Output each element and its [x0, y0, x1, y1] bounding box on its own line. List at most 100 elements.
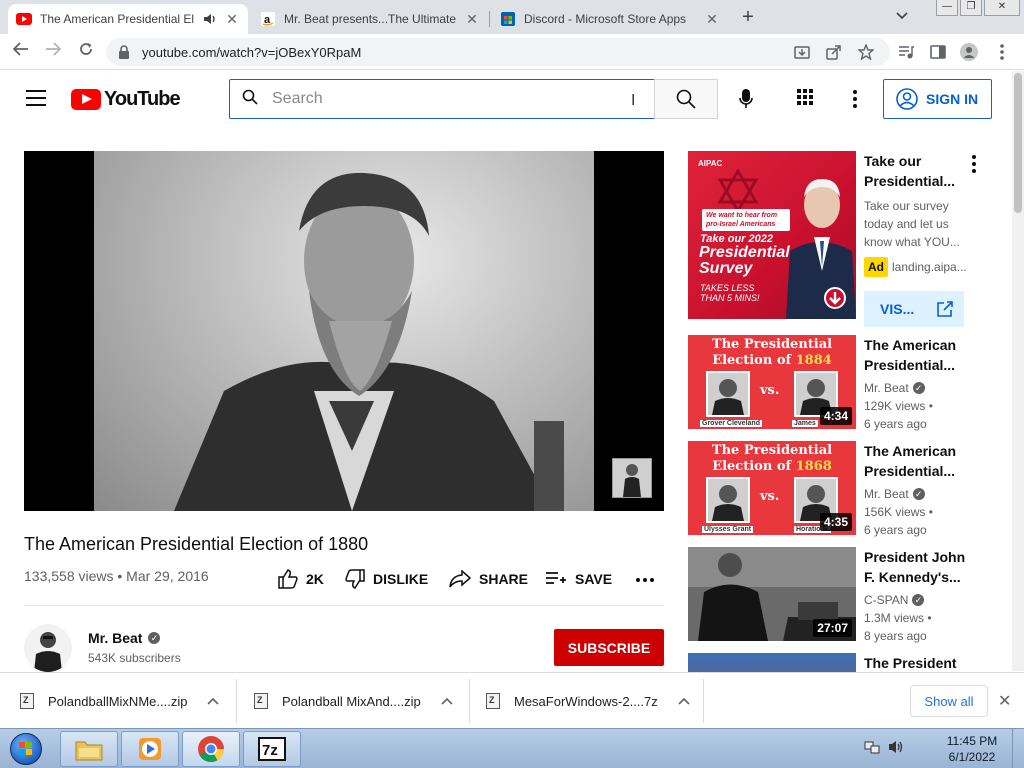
search-box[interactable]: I [229, 79, 655, 119]
close-window-button[interactable]: ✕ [984, 0, 1020, 16]
taskbar-chrome[interactable] [182, 731, 240, 767]
ad-more-icon[interactable] [972, 155, 976, 173]
related-video-age: 6 years ago [864, 417, 927, 431]
related-video-age: 6 years ago [864, 523, 927, 537]
back-arrow-icon[interactable] [10, 41, 32, 63]
browser-menu-icon[interactable] [993, 43, 1011, 61]
download-item[interactable]: Polandball MixAnd....zip [254, 673, 453, 729]
hamburger-menu-icon[interactable] [26, 90, 46, 106]
thumb-header: The Presidential Election of 1868 [711, 443, 833, 474]
like-button[interactable]: 2K [278, 568, 324, 590]
subscriber-count: 543K subscribers [88, 651, 181, 665]
sign-in-button[interactable]: SIGN IN [883, 79, 992, 119]
chevron-up-icon[interactable] [207, 694, 220, 708]
youtube-play-logo-icon [71, 89, 101, 110]
chevron-up-icon[interactable] [678, 694, 690, 708]
related-video-thumbnail[interactable] [688, 653, 856, 672]
tab-discord-store[interactable]: Discord - Microsoft Store Apps ✕ [492, 4, 728, 34]
page-scrollbar[interactable] [1012, 71, 1024, 671]
side-panel-icon[interactable] [929, 43, 947, 61]
related-video-title[interactable]: The American Presidential... [864, 441, 974, 481]
download-item[interactable]: MesaForWindows-2....7z [486, 673, 690, 729]
related-video-item[interactable]: 27:07 President John F. Kennedy's... C-S… [688, 547, 988, 647]
related-video-thumbnail[interactable]: The Presidential Election of 1868 vs. Ul… [688, 441, 856, 535]
reload-icon[interactable] [75, 41, 97, 63]
taskbar-clock[interactable]: 11:45 PM 6/1/2022 [936, 733, 1008, 765]
related-video-title[interactable]: President John F. Kennedy's... [864, 547, 974, 587]
scrollbar-thumb[interactable] [1014, 73, 1022, 213]
volume-icon[interactable] [888, 739, 904, 758]
related-video-title[interactable]: The President [864, 653, 974, 672]
share-page-icon[interactable] [825, 43, 843, 61]
bookmark-star-icon[interactable] [857, 43, 875, 61]
maximize-window-button[interactable]: ❐ [960, 0, 982, 16]
install-app-icon[interactable] [793, 43, 811, 61]
divider [24, 605, 664, 606]
dislike-button[interactable]: DISLIKE [345, 568, 428, 590]
sign-in-label: SIGN IN [926, 91, 979, 107]
download-filename: MesaForWindows-2....7z [514, 693, 658, 709]
save-button[interactable]: SAVE [545, 568, 612, 590]
search-button[interactable] [654, 79, 718, 119]
tab-search-chevron-icon[interactable] [896, 9, 908, 23]
network-icon[interactable] [864, 739, 880, 758]
show-desktop-button[interactable] [1012, 729, 1024, 768]
related-video-views: 129K views • [864, 399, 933, 413]
new-tab-button[interactable]: + [737, 7, 759, 29]
start-button[interactable] [4, 731, 48, 767]
share-button[interactable]: SHARE [449, 568, 528, 590]
related-video-item[interactable]: The President [688, 653, 988, 672]
ad-card[interactable]: AIPAC We want to hear from pro-Israel Am… [688, 151, 988, 331]
thumbs-up-icon [278, 569, 298, 589]
candidate-name-left: Ulysses Grant [702, 526, 754, 533]
chevron-up-icon[interactable] [441, 694, 453, 708]
related-video-thumbnail[interactable]: 27:07 [688, 547, 856, 641]
close-tab-icon[interactable]: ✕ [224, 11, 240, 27]
related-video-title[interactable]: The American Presidential... [864, 335, 974, 375]
related-video-channel[interactable]: Mr. Beat ✓ [864, 485, 974, 503]
speaker-icon[interactable] [202, 11, 218, 27]
taskbar-7zip[interactable]: 7z [243, 731, 301, 767]
more-actions-icon[interactable] [636, 578, 654, 582]
related-video-channel[interactable]: C-SPAN ✓ [864, 591, 974, 609]
youtube-apps-grid-icon[interactable] [795, 87, 819, 111]
taskbar-media-player[interactable] [121, 731, 179, 767]
channel-avatar[interactable] [24, 624, 72, 672]
tab-title: The American Presidential El [40, 12, 195, 26]
video-player[interactable] [24, 151, 664, 511]
related-video-thumbnail[interactable]: The Presidential Election of 1884 vs. Gr… [688, 335, 856, 429]
show-all-downloads-button[interactable]: Show all [910, 685, 988, 717]
ad-subline: TAKES LESS THAN 5 MINS! [700, 283, 760, 303]
ad-thumbnail[interactable]: AIPAC We want to hear from pro-Israel Am… [688, 151, 856, 319]
related-video-item[interactable]: The Presidential Election of 1868 vs. Ul… [688, 441, 988, 541]
forward-arrow-icon[interactable] [42, 41, 64, 63]
close-download-shelf-icon[interactable]: ✕ [998, 691, 1011, 711]
tab-amazon[interactable]: a Mr. Beat presents...The Ultimate ✕ [252, 4, 488, 34]
zip-file-icon [254, 693, 268, 709]
channel-name[interactable]: Mr. Beat ✓ [88, 630, 161, 646]
close-tab-icon[interactable]: ✕ [704, 11, 720, 27]
search-input[interactable] [272, 90, 612, 108]
download-item[interactable]: PolandballMixNMe....zip [20, 673, 220, 729]
ad-title[interactable]: Take our Presidential... [864, 151, 974, 191]
settings-more-icon[interactable] [843, 87, 867, 111]
related-video-item[interactable]: The Presidential Election of 1884 vs. Gr… [688, 335, 988, 435]
tab-youtube[interactable]: The American Presidential El ✕ [8, 4, 248, 34]
subscribe-button[interactable]: SUBSCRIBE [554, 629, 664, 666]
youtube-logo[interactable]: YouTube [71, 88, 181, 111]
related-video-channel[interactable]: Mr. Beat ✓ [864, 379, 974, 397]
minimize-window-button[interactable]: — [936, 0, 958, 16]
video-duration: 27:07 [813, 619, 852, 637]
ad-source: Ad landing.aipa... [864, 257, 974, 277]
channel-watermark[interactable] [612, 458, 652, 498]
visit-site-button[interactable]: VIS... [864, 291, 964, 327]
media-control-icon[interactable] [897, 43, 915, 61]
download-filename: Polandball MixAnd....zip [282, 693, 421, 709]
address-bar[interactable]: youtube.com/watch?v=jOBexY0RpaM [106, 38, 890, 66]
taskbar-file-explorer[interactable] [60, 731, 118, 767]
profile-avatar-icon[interactable] [960, 43, 978, 61]
voice-search-microphone-icon[interactable] [730, 83, 762, 115]
close-tab-icon[interactable]: ✕ [464, 11, 480, 27]
text-cursor-icon: I [631, 92, 636, 109]
lock-icon[interactable] [118, 45, 132, 59]
